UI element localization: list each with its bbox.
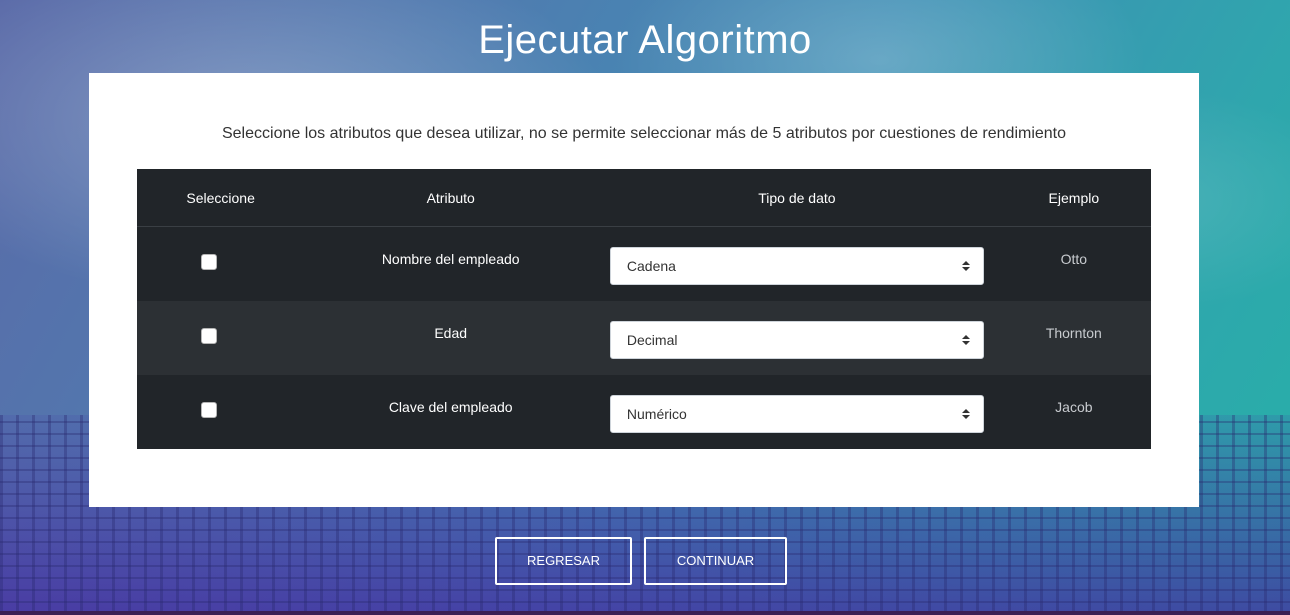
header-select: Seleccione	[137, 169, 305, 227]
type-cell: Decimal	[597, 301, 997, 375]
header-attribute: Atributo	[304, 169, 598, 227]
type-cell: Numérico	[597, 375, 997, 449]
data-type-select[interactable]: Cadena	[609, 247, 984, 285]
header-type: Tipo de dato	[597, 169, 997, 227]
back-button[interactable]: Regresar	[495, 537, 632, 585]
attribute-cell: Nombre del empleado	[304, 226, 598, 301]
data-type-value: Decimal	[626, 332, 678, 348]
instructions-text: Seleccione los atributos que desea utili…	[221, 125, 1067, 142]
data-type-value: Numérico	[626, 406, 687, 422]
example-cell: Otto	[996, 226, 1151, 301]
attributes-table: Seleccione Atributo Tipo de dato Ejemplo…	[137, 169, 1151, 449]
row-checkbox[interactable]	[200, 328, 217, 345]
select-arrows-icon	[961, 335, 970, 345]
example-cell: Jacob	[996, 375, 1151, 449]
example-value: Otto	[1060, 251, 1088, 267]
attribute-name: Clave del empleado	[388, 399, 513, 415]
row-checkbox[interactable]	[200, 402, 217, 419]
example-cell: Thornton	[996, 301, 1151, 375]
select-cell	[137, 375, 305, 449]
select-cell	[137, 226, 305, 301]
select-cell	[137, 301, 305, 375]
example-value: Thornton	[1045, 325, 1102, 341]
row-checkbox[interactable]	[200, 254, 217, 271]
data-type-select[interactable]: Decimal	[609, 321, 984, 359]
select-arrows-icon	[961, 261, 970, 271]
attribute-cell: Clave del empleado	[304, 375, 598, 449]
attribute-name: Nombre del empleado	[381, 251, 520, 267]
header-example: Ejemplo	[996, 169, 1151, 227]
type-cell: Cadena	[597, 226, 997, 301]
example-value: Jacob	[1055, 399, 1093, 415]
select-arrows-icon	[961, 409, 970, 419]
table-header-row: Seleccione Atributo Tipo de dato Ejemplo	[137, 169, 1151, 227]
attribute-cell: Edad	[304, 301, 598, 375]
data-type-value: Cadena	[626, 258, 676, 274]
continue-button[interactable]: Continuar	[644, 537, 787, 585]
attribute-name: Edad	[434, 325, 468, 341]
table-row: Clave del empleado Numérico Jacob	[137, 375, 1151, 449]
page-title: Ejecutar Algoritmo	[478, 18, 812, 62]
bottom-strip	[0, 611, 1290, 615]
table-row: Nombre del empleado Cadena Otto	[137, 226, 1151, 301]
table-row: Edad Decimal Thornton	[137, 301, 1151, 375]
attribute-selection-card: Seleccione los atributos que desea utili…	[89, 73, 1199, 507]
data-type-select[interactable]: Numérico	[609, 395, 984, 433]
